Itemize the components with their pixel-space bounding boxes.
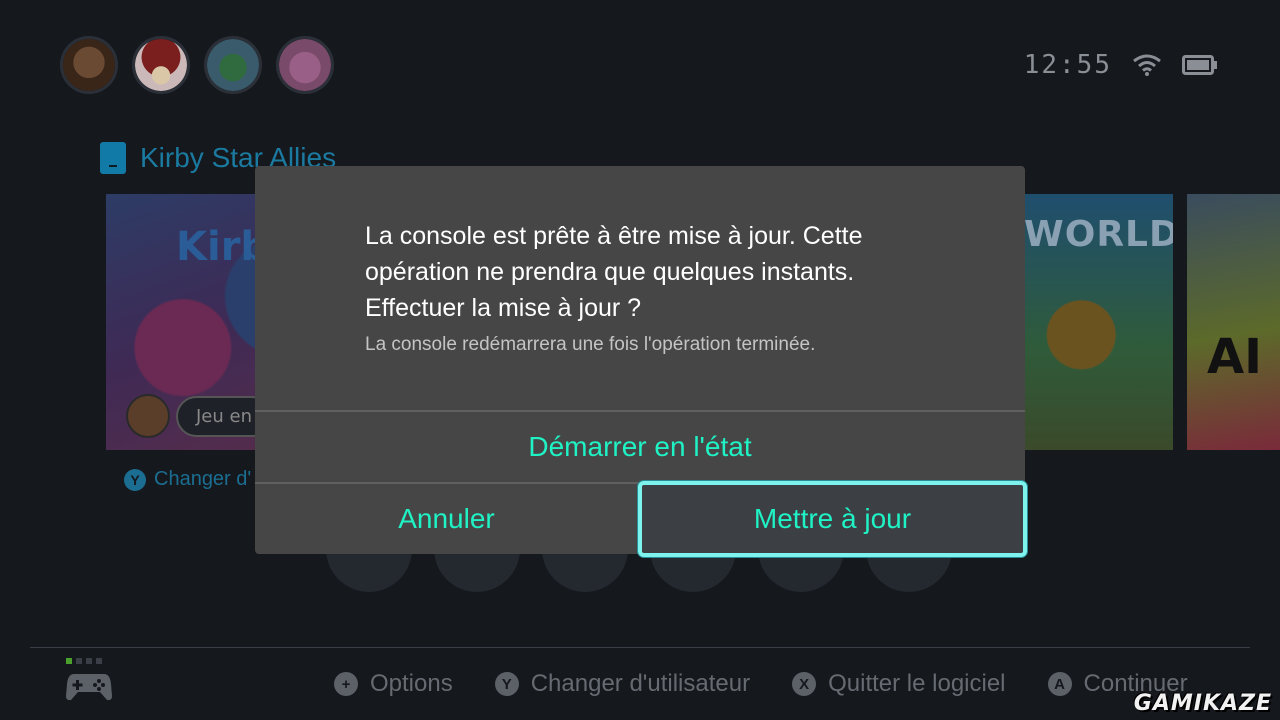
footer-hints: + Options Y Changer d'utilisateur X Quit… (334, 670, 1188, 698)
dialog-main-text: La console est prête à être mise à jour.… (365, 222, 863, 322)
status-bar: 12:55 (1024, 50, 1218, 80)
y-button-icon: Y (124, 468, 146, 491)
controller-icon (66, 658, 112, 706)
arms-logo: AI (1207, 329, 1263, 385)
start-as-is-button[interactable]: Démarrer en l'état (255, 412, 1025, 482)
avatar (126, 394, 170, 438)
game-tile-lego-worlds[interactable]: WORLDS (1020, 194, 1173, 450)
y-button-icon: Y (494, 672, 519, 696)
change-user-label: Changer d' (154, 468, 252, 490)
change-user-hint: Y Changer d' (124, 468, 251, 491)
playing-indicator: Jeu en (126, 394, 272, 438)
dialog-message: La console est prête à être mise à jour.… (365, 218, 925, 356)
game-card-icon (100, 142, 126, 174)
gamikaze-watermark: GAMIKAZE (1133, 691, 1272, 716)
wifi-icon (1132, 53, 1162, 77)
player-indicator-dots (66, 658, 112, 664)
lego-worlds-logo: WORLDS (1024, 214, 1173, 255)
update-button[interactable]: Mettre à jour (638, 481, 1027, 557)
battery-icon (1182, 54, 1218, 76)
cancel-button[interactable]: Annuler (255, 484, 638, 554)
footer-divider (30, 647, 1250, 648)
dialog-sub-text: La console redémarrera une fois l'opérat… (365, 334, 816, 355)
update-dialog: La console est prête à être mise à jour.… (255, 166, 1027, 557)
user-avatars (60, 36, 334, 94)
user-avatar-yoshi-egg[interactable] (204, 36, 262, 94)
x-button-icon: X (792, 672, 817, 696)
user-avatar-isabelle[interactable] (276, 36, 334, 94)
plus-button-icon: + (334, 672, 358, 696)
user-avatar-donkey-kong[interactable] (60, 36, 118, 94)
user-avatar-mushroom[interactable] (132, 36, 190, 94)
clock: 12:55 (1023, 50, 1112, 80)
a-button-icon: A (1047, 672, 1072, 696)
hint-label: Quitter le logiciel (828, 670, 1006, 697)
hint-change-user[interactable]: Y Changer d'utilisateur (494, 670, 751, 698)
hint-options[interactable]: + Options (334, 670, 453, 698)
hint-quit-software[interactable]: X Quitter le logiciel (792, 670, 1006, 698)
game-tile-arms[interactable]: AI (1187, 194, 1280, 450)
hint-label: Options (370, 670, 453, 697)
hint-label: Changer d'utilisateur (530, 670, 751, 697)
